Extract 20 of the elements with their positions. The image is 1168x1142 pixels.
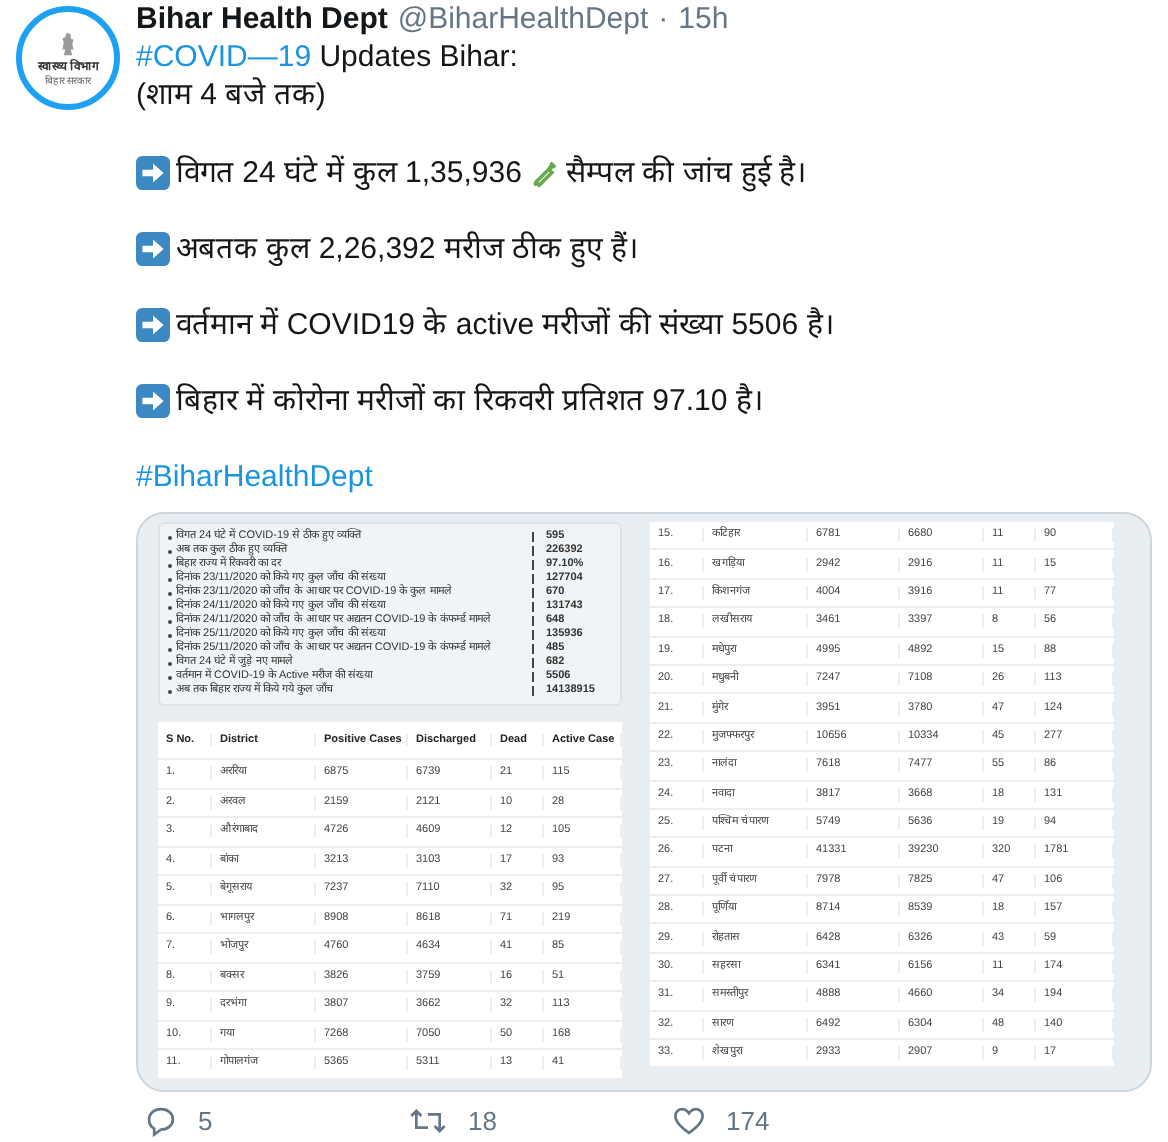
action-count: 18 <box>468 1106 497 1136</box>
dot-separator: · <box>658 2 669 38</box>
tweet-text: सैम्पल की जांच हुई है। <box>565 154 808 192</box>
action-count: 5 <box>198 1106 213 1136</box>
comment-icon[interactable] <box>144 1104 178 1138</box>
hashtag-link[interactable]: #BiharHealthDept <box>136 460 373 494</box>
heart-icon[interactable] <box>672 1104 706 1138</box>
hashtag-link[interactable]: #COVID—19 <box>136 40 312 74</box>
tweet-text: बिहार में कोरोना मरीजों का रिकवरी प्रतिशत 97.10 है। <box>176 382 764 420</box>
attached-image[interactable] <box>136 512 1152 1092</box>
tweet-text: अबतक कुल 2,26,392 मरीज ठीक हुए हैं। <box>176 230 639 268</box>
tweet-text: वर्तमान में COVID19 के active मरीजों की संख्या 5506 है। <box>176 306 835 344</box>
tweet-text: विगत 24 घंटे में कुल 1,35,936 <box>176 154 522 192</box>
tweet-time[interactable]: 15h <box>678 2 729 38</box>
author-name[interactable]: Bihar Health Dept <box>136 2 388 38</box>
tweet-text: Updates Bihar: <box>319 40 518 74</box>
retweet-icon[interactable] <box>408 1104 448 1138</box>
tweet-text: (शाम 4 बजे तक) <box>136 76 328 114</box>
action-count: 174 <box>726 1106 770 1136</box>
author-handle[interactable]: @BiharHealthDept <box>397 2 649 38</box>
